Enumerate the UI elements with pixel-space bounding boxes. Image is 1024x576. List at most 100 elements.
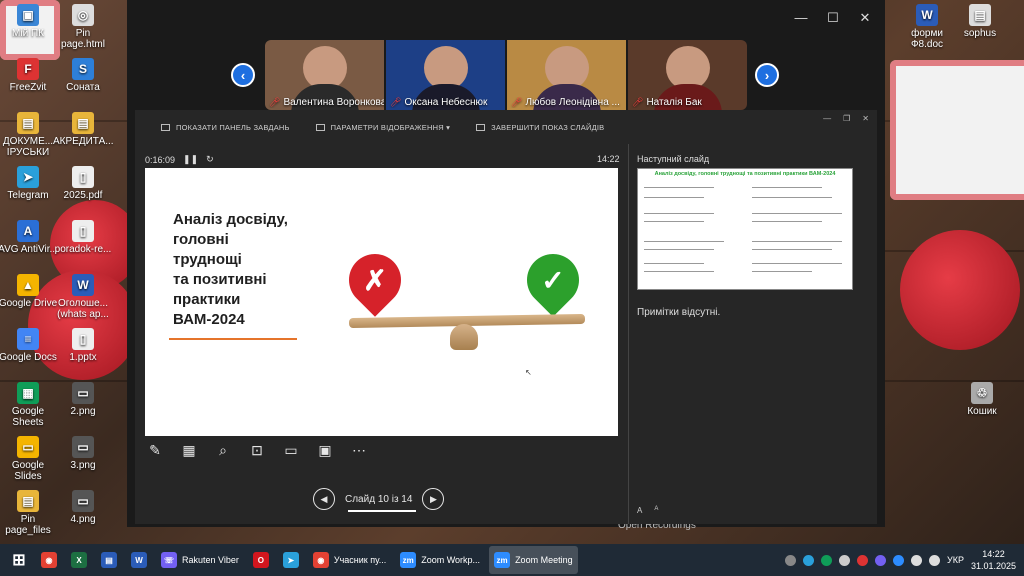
presenter-close-icon[interactable]: ✕	[862, 114, 869, 123]
close-button[interactable]: ✕	[855, 10, 875, 26]
desktop-icon[interactable]: ▭ 4.png	[53, 490, 113, 525]
desktop-icon[interactable]: ▤ АКРЕДИТА...	[53, 112, 114, 147]
prev-participants-button[interactable]: ‹	[231, 63, 255, 87]
next-slide-text-line	[644, 197, 704, 198]
show-taskbar-button[interactable]: ПОКАЗАТИ ПАНЕЛЬ ЗАВДАНЬ	[161, 123, 290, 132]
desktop-icon[interactable]: ♲ Кошик	[952, 382, 1012, 417]
tray-app-icon[interactable]	[784, 554, 796, 566]
next-slide-text-line	[752, 221, 822, 222]
network-icon[interactable]	[910, 554, 922, 566]
file-icon: ▭	[17, 436, 39, 458]
presenter-view: ПОКАЗАТИ ПАНЕЛЬ ЗАВДАНЬ ПАРАМЕТРИ ВІДОБР…	[135, 110, 877, 524]
slide-title-line: ВАМ-2024	[173, 311, 245, 328]
file-icon: W	[916, 4, 938, 26]
video-icon[interactable]: ▣	[315, 440, 335, 460]
taskbar-app-button[interactable]: O	[248, 546, 274, 574]
file-icon: ▭	[72, 382, 94, 404]
file-icon: ➤	[17, 166, 39, 188]
taskbar-app-button[interactable]: ▤	[96, 546, 122, 574]
subtitles-icon[interactable]: ▭	[281, 440, 301, 460]
desktop-icon[interactable]: ▲ Google Drive	[0, 274, 58, 309]
see-all-slides-icon[interactable]: ▦	[179, 440, 199, 460]
slide-title-line: практики	[173, 291, 241, 308]
desktop-icon[interactable]: ▯ 1.pptx	[53, 328, 113, 363]
participant-tile[interactable]: 🎤︎ Любов Леонідівна ...	[507, 40, 626, 110]
pause-icon[interactable]: ❚❚	[183, 154, 198, 165]
desktop-icon-label: sophus	[963, 28, 997, 39]
zoom-tray-icon[interactable]	[892, 554, 904, 566]
desktop-icon[interactable]: W Оголоше... (whats ap...	[53, 274, 113, 320]
pen-icon[interactable]: ✎	[145, 440, 165, 460]
end-slideshow-button[interactable]: ЗАВЕРШИТИ ПОКАЗ СЛАЙДІВ	[476, 123, 604, 132]
camera-toggle-icon[interactable]: ⊡	[247, 440, 267, 460]
desktop-icon[interactable]: ▭ 2.png	[53, 382, 113, 417]
volume-icon[interactable]	[928, 554, 940, 566]
taskbar-app-button[interactable]: ➤	[278, 546, 304, 574]
desktop-icon[interactable]: ▭ Google Slides	[0, 436, 58, 482]
desktop-icon[interactable]: ➤ Telegram	[0, 166, 58, 201]
tray-app-icon[interactable]	[820, 554, 832, 566]
desktop-icon[interactable]: ▤ Pin page_files	[0, 490, 58, 536]
desktop-icon[interactable]: ▤ sophus	[950, 4, 1010, 39]
desktop-icon[interactable]: ▭ 3.png	[53, 436, 113, 471]
participant-name-text: Валентина Воронкова	[283, 97, 384, 108]
tray-app-icon[interactable]	[802, 554, 814, 566]
slide-title-line: головні	[173, 231, 229, 248]
viber-tray-icon[interactable]	[874, 554, 886, 566]
desktop-icon[interactable]: F FreeZvit	[0, 58, 58, 93]
participant-tile[interactable]: 🎤︎ Наталія Бак	[628, 40, 747, 110]
current-slide: Аналіз досвіду, головні труднощі та позитив…	[145, 168, 618, 436]
prev-slide-button[interactable]: ◀	[313, 488, 335, 510]
next-slide-text-line	[644, 263, 704, 264]
taskbar-app-button[interactable]: ☏ Rakuten Viber	[156, 546, 244, 574]
language-indicator[interactable]: УКР	[947, 555, 964, 565]
taskbar-app-button[interactable]: zm Zoom Workp...	[395, 546, 485, 574]
participant-name: 🎤︎ Валентина Воронкова	[265, 97, 384, 108]
desktop-icon[interactable]: ▤ ДОКУМЕ... ІРУСЬКИ	[0, 112, 58, 158]
desktop-icon[interactable]: Wформи Ф8.doc	[897, 4, 957, 50]
presenter-minimize-icon[interactable]: —	[823, 114, 831, 123]
taskbar-app-button[interactable]: ◉ Учасник пу...	[308, 546, 391, 574]
font-increase-button[interactable]: A	[637, 506, 642, 515]
taskbar-app-label: Rakuten Viber	[182, 555, 239, 565]
presenter-restore-icon[interactable]: ❐	[843, 114, 850, 123]
cloud-icon[interactable]	[838, 554, 850, 566]
participant-tile[interactable]: 🎤︎ Оксана Небеснюк	[386, 40, 505, 110]
app-icon: ◉	[312, 552, 329, 568]
next-slide-text-line	[644, 241, 724, 242]
more-options-icon[interactable]: ⋯	[349, 440, 369, 460]
desktop-icon[interactable]: ▦ Google Sheets	[0, 382, 58, 428]
desktop-icon[interactable]: A AVG AntiVir...	[0, 220, 58, 255]
next-participants-button[interactable]: ›	[755, 63, 779, 87]
app-icon: ◉	[41, 552, 57, 568]
desktop-icon[interactable]: ▯ 2025.pdf	[53, 166, 113, 201]
desktop-icon-label: форми Ф8.doc	[910, 28, 944, 50]
maximize-button[interactable]: ☐	[823, 10, 843, 26]
zoom-magnifier-icon[interactable]: ⌕	[213, 440, 233, 460]
restart-icon[interactable]: ↻	[206, 154, 214, 165]
desktop-icon[interactable]: ▣ Мій ПК	[0, 4, 58, 39]
desktop-icon[interactable]: ◎ Pin page.html	[53, 4, 113, 50]
clock-datetime[interactable]: 14:22 31.01.2025	[971, 548, 1016, 572]
desktop-icon[interactable]: ≡ Google Docs	[0, 328, 58, 363]
presenter-clock: 14:22	[597, 154, 620, 164]
minimize-button[interactable]: —	[791, 10, 811, 25]
pane-divider[interactable]	[628, 144, 629, 524]
file-icon: ▤	[17, 112, 39, 134]
tray-app-icon[interactable]	[856, 554, 868, 566]
presenter-toolbar: ПОКАЗАТИ ПАНЕЛЬ ЗАВДАНЬ ПАРАМЕТРИ ВІДОБР…	[135, 110, 877, 144]
taskbar-app-button[interactable]: X	[66, 546, 92, 574]
font-decrease-button[interactable]: A	[654, 506, 658, 515]
desktop-icon[interactable]: S Соната	[53, 58, 113, 93]
display-settings-button[interactable]: ПАРАМЕТРИ ВІДОБРАЖЕННЯ ▾	[315, 123, 450, 132]
next-slide-text-line	[752, 249, 832, 250]
taskbar-app-button[interactable]: ◉	[36, 546, 62, 574]
taskbar-app-button[interactable]: zm Zoom Meeting	[489, 546, 578, 574]
next-slide-button[interactable]: ▶	[422, 488, 445, 510]
taskbar-time: 14:22	[982, 549, 1005, 559]
next-slide-preview[interactable]: Аналіз досвіду, головні труднощі та пози…	[637, 168, 853, 290]
desktop-icon[interactable]: ▯ poradok-re...	[53, 220, 113, 255]
participant-tile[interactable]: 🎤︎ Валентина Воронкова	[265, 40, 384, 110]
taskbar-app-button[interactable]: W	[126, 546, 152, 574]
taskbar-app-button[interactable]: ⊞	[6, 546, 32, 574]
